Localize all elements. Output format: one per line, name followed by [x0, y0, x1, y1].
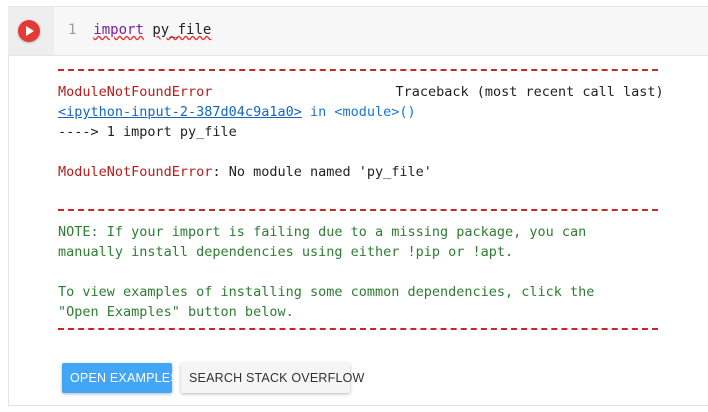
code-cell-input[interactable]: 1 import py_file [8, 6, 708, 56]
module-parens: () [399, 104, 416, 120]
note-line-1: NOTE: If your import is failing due to a… [58, 224, 587, 240]
note-line-2: manually install dependencies using eith… [58, 244, 514, 260]
traceback-location: <ipython-input-2-387d04c9a1a0> in <modul… [58, 102, 416, 122]
traceback-arrow-line: ----> 1 import py_file [58, 124, 237, 140]
run-gutter [8, 7, 54, 55]
note-line-3: To view examples of installing some comm… [58, 284, 595, 300]
line-number: 1 [68, 22, 77, 38]
traceback-divider-top [58, 69, 658, 71]
traceback-label: Traceback (most recent call last) [395, 84, 664, 100]
module-name: py_file [152, 22, 212, 38]
open-examples-button[interactable]: OPEN EXAMPLES [62, 363, 179, 393]
search-stack-overflow-button[interactable]: SEARCH STACK OVERFLOW [181, 363, 364, 393]
import-keyword: import [93, 22, 144, 38]
module-ref: <module> [334, 104, 400, 120]
note-divider-top [58, 209, 658, 211]
error-message: : No module named 'py_file' [212, 164, 432, 180]
play-icon [26, 26, 34, 36]
ipython-input-link[interactable]: <ipython-input-2-387d04c9a1a0> [58, 104, 302, 120]
traceback-header: ModuleNotFoundError Traceback (most recen… [58, 82, 664, 102]
error-name: ModuleNotFoundError [58, 84, 213, 100]
note-line-4: "Open Examples" button below. [58, 304, 294, 320]
error-name-final: ModuleNotFoundError [58, 164, 213, 180]
code-line[interactable]: 1 import py_file [68, 21, 211, 39]
error-message-line: ModuleNotFoundError: No module named 'py… [58, 162, 432, 182]
note-divider-bottom [58, 328, 658, 330]
in-text: in [309, 104, 327, 120]
run-cell-button[interactable] [18, 20, 40, 42]
notebook-cell: 1 import py_file ModuleNotFoundError Trac… [0, 0, 708, 412]
